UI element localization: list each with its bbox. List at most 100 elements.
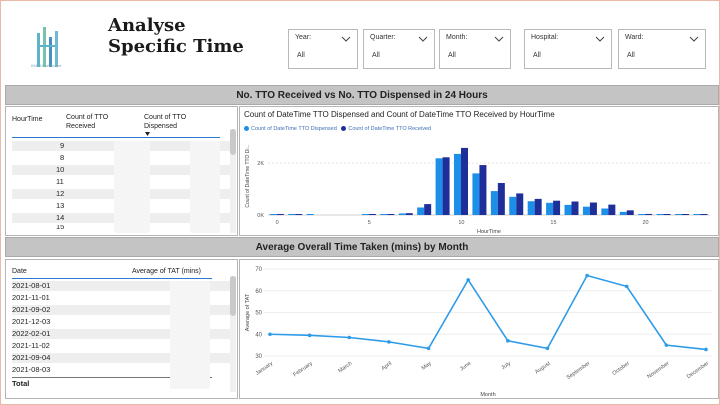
redacted-values-received — [114, 141, 150, 233]
bar — [306, 214, 314, 215]
bar — [638, 214, 646, 215]
x-tick-label: 0 — [276, 220, 279, 226]
data-point — [268, 332, 272, 337]
data-point — [624, 284, 629, 289]
x-tick-label: October — [611, 361, 631, 377]
x-tick-label: 10 — [458, 220, 464, 226]
month-slicer[interactable]: Month: All — [439, 29, 511, 69]
x-tick-label: 20 — [642, 220, 648, 226]
table-scrollbar[interactable] — [230, 276, 236, 392]
y-axis-title: Average of TAT — [245, 293, 251, 331]
hourtime-bar-chart-panel: Count of DateTime TTO Dispensed and Coun… — [239, 106, 719, 236]
col-header-date[interactable]: Date — [12, 267, 27, 276]
bar — [269, 214, 277, 215]
bar-chart: 0K 2K 0 5 10 15 20 HourTime Count of DateTime TT… — [245, 144, 710, 235]
bar — [361, 214, 369, 215]
header-underline — [12, 137, 220, 138]
x-tick-label: February — [292, 361, 314, 379]
x-tick-label: 15 — [550, 220, 556, 226]
data-point — [664, 343, 669, 347]
tat-line-chart-panel: 30 40 50 60 70 January February March April May Ju… — [239, 259, 719, 399]
col-header-hourtime[interactable]: HourTime — [12, 115, 42, 124]
y-tick-label: 2K — [257, 161, 264, 167]
bar — [380, 214, 388, 215]
hourtime-table: HourTime Count of TTO Received Count of T… — [5, 106, 238, 236]
bar — [276, 214, 284, 215]
slicer-value: All — [448, 52, 456, 59]
col-header-dispensed[interactable]: Count of TTO Dispensed — [144, 113, 186, 131]
year-slicer[interactable]: Year: All — [288, 29, 358, 69]
x-tick-label: December — [686, 361, 710, 381]
chevron-down-icon[interactable] — [341, 36, 351, 42]
bar — [442, 157, 450, 215]
x-axis-title: Month — [480, 392, 495, 398]
table-scrollbar[interactable] — [230, 129, 236, 233]
bar — [675, 214, 683, 215]
bar — [509, 196, 517, 215]
bar — [527, 201, 535, 215]
ward-slicer[interactable]: Ward: All — [618, 29, 706, 69]
bar — [516, 193, 524, 215]
x-tick-label: March — [337, 361, 353, 375]
bar — [564, 204, 572, 215]
bar — [368, 214, 376, 215]
logo-text: IMH Healthcare — [31, 63, 62, 68]
x-tick-label: April — [381, 361, 393, 372]
data-point — [585, 273, 589, 278]
slicer-value: All — [533, 52, 541, 59]
quarter-slicer[interactable]: Quarter: All — [363, 29, 435, 69]
bar — [693, 214, 701, 215]
section-title-tto-24h: No. TTO Received vs No. TTO Dispensed in… — [5, 85, 719, 105]
slicer-value: All — [627, 52, 635, 59]
scrollbar-thumb[interactable] — [230, 129, 236, 155]
data-point — [545, 346, 550, 351]
bar — [553, 200, 561, 215]
section-title-tat-month: Average Overall Time Taken (mins) by Mon… — [5, 237, 719, 257]
x-tick-label: June — [459, 361, 472, 373]
y-tick-label: 60 — [255, 289, 262, 295]
bar — [490, 191, 498, 215]
x-tick-label: 5 — [368, 220, 371, 226]
x-tick-label: July — [501, 361, 513, 372]
date-tat-table: Date Average of TAT (mins) 2021-08-01 20… — [5, 259, 238, 399]
chevron-down-icon[interactable] — [494, 36, 504, 42]
bar — [700, 214, 708, 215]
col-header-received[interactable]: Count of TTO Received — [66, 113, 108, 131]
bar — [424, 204, 432, 215]
redacted-tat-values — [170, 281, 210, 389]
bar — [619, 211, 627, 215]
sort-desc-icon[interactable] — [145, 132, 150, 136]
y-tick-label: 30 — [255, 354, 262, 360]
slicer-label: Ward: — [625, 34, 644, 41]
bar — [454, 153, 462, 215]
data-point — [506, 338, 510, 343]
page-title: Analyse Specific Time — [108, 15, 244, 57]
hospital-slicer[interactable]: Hospital: All — [524, 29, 612, 69]
bar — [534, 198, 542, 215]
bar — [461, 147, 469, 215]
bar — [626, 210, 634, 215]
x-tick-label: September — [566, 361, 592, 381]
chevron-down-icon[interactable] — [595, 36, 605, 42]
chevron-down-icon[interactable] — [689, 36, 699, 42]
col-header-avg-tat[interactable]: Average of TAT (mins) — [132, 267, 201, 276]
bar — [589, 202, 597, 215]
slicer-label: Quarter: — [370, 34, 396, 41]
slicer-label: Month: — [446, 34, 468, 41]
bar — [405, 213, 413, 215]
bar — [682, 214, 690, 215]
chevron-down-icon[interactable] — [418, 36, 428, 42]
bar — [295, 214, 303, 215]
y-tick-label: 40 — [255, 332, 262, 338]
report-page: IMH Healthcare Analyse Specific Time Yea… — [0, 0, 720, 405]
bar — [571, 201, 579, 215]
bar — [435, 158, 443, 215]
slicer-label: Hospital: — [531, 34, 559, 41]
redacted-values-dispensed — [190, 141, 220, 233]
data-point — [704, 347, 708, 352]
bar — [288, 214, 296, 215]
scrollbar-thumb[interactable] — [230, 276, 236, 316]
bar — [417, 207, 425, 215]
bar — [387, 214, 395, 215]
x-tick-label: January — [255, 361, 275, 377]
